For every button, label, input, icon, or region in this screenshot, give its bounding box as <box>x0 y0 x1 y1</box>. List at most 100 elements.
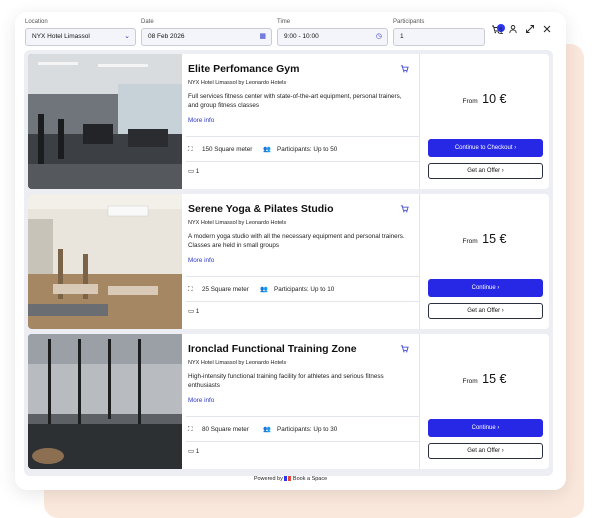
chevron-down-icon: ⌄ <box>124 33 130 40</box>
chevron-right-icon: › <box>501 168 504 174</box>
space-participants: Participants: Up to 10 <box>274 286 335 293</box>
space-card: Ironclad Functional Training Zone NYX Ho… <box>28 334 549 469</box>
continue-to-checkout-button[interactable]: Continue to Checkout › <box>428 139 543 157</box>
space-info: Elite Perfomance Gym NYX Hotel Limassol … <box>186 54 419 189</box>
space-hotel: NYX Hotel Limassol by Leonardo Hotels <box>188 360 287 366</box>
training-zone-photo <box>28 334 182 469</box>
room-count: 1 <box>195 168 200 175</box>
location-value: NYX Hotel Limassol <box>32 33 90 40</box>
more-info-link[interactable]: More info <box>188 117 214 124</box>
space-rooms: ▭ 1 <box>188 448 199 455</box>
cart-icon[interactable]: 1 <box>491 24 505 38</box>
space-list: Elite Perfomance Gym NYX Hotel Limassol … <box>24 50 553 476</box>
date-value: 08 Feb 2026 <box>148 33 185 40</box>
more-info-link[interactable]: More info <box>188 397 214 404</box>
price-block: From 15 € <box>420 230 549 248</box>
divider <box>186 276 419 277</box>
brand-logo-icon <box>284 476 292 482</box>
cart-count-badge: 1 <box>497 24 505 36</box>
area-icon: ⛶ <box>188 426 193 433</box>
price-prefix: From <box>462 98 478 105</box>
space-rooms: ▭ 1 <box>188 168 199 175</box>
button-label: Continue to Checkout <box>454 145 513 151</box>
area-icon: ⛶ <box>188 286 193 293</box>
room-icon: ▭ <box>188 308 194 315</box>
date-field: Date 08 Feb 2026 ▦ <box>141 18 272 46</box>
price-block: From 15 € <box>420 370 549 388</box>
space-description: Full services fitness center with state-… <box>188 93 402 109</box>
price-amount: 10 € <box>482 92 507 106</box>
participants-icon: 👥 <box>260 286 268 293</box>
price-amount: 15 € <box>482 372 507 386</box>
date-input[interactable]: 08 Feb 2026 ▦ <box>141 28 272 46</box>
space-name: Elite Perfomance Gym <box>188 63 300 75</box>
room-count: 1 <box>195 308 200 315</box>
get-offer-button[interactable]: Get an Offer › <box>428 163 543 179</box>
space-name: Serene Yoga & Pilates Studio <box>188 203 334 215</box>
price-prefix: From <box>462 378 478 385</box>
toolbar-icons: 1 <box>491 24 551 40</box>
chevron-right-icon: › <box>501 448 504 454</box>
space-card: Elite Perfomance Gym NYX Hotel Limassol … <box>28 54 549 189</box>
divider <box>419 334 420 469</box>
clock-icon: ◷ <box>375 33 382 40</box>
calendar-icon: ▦ <box>259 33 266 40</box>
continue-button[interactable]: Continue › <box>428 279 543 297</box>
participants-field: Participants 1 <box>393 18 485 46</box>
expand-icon[interactable] <box>525 24 535 38</box>
close-icon[interactable] <box>542 24 552 38</box>
location-select[interactable]: NYX Hotel Limassol ⌄ <box>25 28 136 46</box>
participants-label: Participants <box>393 19 425 25</box>
participants-icon: 👥 <box>263 146 271 153</box>
space-specs: ⛶ 80 Square meter 👥 Participants: Up to … <box>188 424 418 436</box>
location-field: Location NYX Hotel Limassol ⌄ <box>25 18 136 46</box>
space-size: 150 Square meter <box>202 146 253 153</box>
space-hotel: NYX Hotel Limassol by Leonardo Hotels <box>188 80 287 86</box>
participants-icon: 👥 <box>263 426 271 433</box>
add-to-cart-icon[interactable] <box>400 64 409 75</box>
time-label: Time <box>277 19 291 25</box>
divider <box>186 136 419 137</box>
get-offer-button[interactable]: Get an Offer › <box>428 303 543 319</box>
brand-name[interactable]: Book a Space <box>293 476 327 482</box>
user-icon[interactable] <box>508 24 518 38</box>
divider <box>419 194 420 329</box>
space-hotel: NYX Hotel Limassol by Leonardo Hotels <box>188 220 287 226</box>
add-to-cart-icon[interactable] <box>400 204 409 215</box>
space-info: Serene Yoga & Pilates Studio NYX Hotel L… <box>186 194 419 329</box>
divider <box>186 416 419 417</box>
add-to-cart-icon[interactable] <box>400 344 409 355</box>
space-specs: ⛶ 150 Square meter 👥 Participants: Up to… <box>188 144 418 156</box>
room-icon: ▭ <box>188 168 194 175</box>
price-prefix: From <box>462 238 478 245</box>
price-block: From 10 € <box>420 90 549 108</box>
booking-widget: Location NYX Hotel Limassol ⌄ Date 08 Fe… <box>15 12 566 490</box>
space-card: Serene Yoga & Pilates Studio NYX Hotel L… <box>28 194 549 329</box>
space-specs: ⛶ 25 Square meter 👥 Participants: Up to … <box>188 284 418 296</box>
button-label: Get an Offer <box>467 448 501 454</box>
time-input[interactable]: 9:00 - 10:00 ◷ <box>277 28 388 46</box>
get-offer-button[interactable]: Get an Offer › <box>428 443 543 459</box>
room-count: 1 <box>195 448 200 455</box>
space-description: High-intensity functional training facil… <box>188 373 384 389</box>
room-icon: ▭ <box>188 448 194 455</box>
space-participants: Participants: Up to 30 <box>277 426 338 433</box>
studio-photo <box>28 194 182 329</box>
space-description: A modern yoga studio with all the necess… <box>188 233 405 249</box>
area-icon: ⛶ <box>188 146 193 153</box>
footer: Powered by Book a Space <box>15 476 566 482</box>
time-field: Time 9:00 - 10:00 ◷ <box>277 18 388 46</box>
space-info: Ironclad Functional Training Zone NYX Ho… <box>186 334 419 469</box>
divider <box>186 161 419 162</box>
chevron-right-icon: › <box>497 425 500 431</box>
participants-input[interactable]: 1 <box>393 28 485 46</box>
continue-button[interactable]: Continue › <box>428 419 543 437</box>
divider <box>186 441 419 442</box>
space-size: 25 Square meter <box>202 286 249 293</box>
more-info-link[interactable]: More info <box>188 257 214 264</box>
space-size: 80 Square meter <box>202 426 249 433</box>
gym-photo <box>28 54 182 189</box>
button-label: Continue <box>471 425 496 431</box>
space-rooms: ▭ 1 <box>188 308 199 315</box>
chevron-right-icon: › <box>514 145 517 151</box>
